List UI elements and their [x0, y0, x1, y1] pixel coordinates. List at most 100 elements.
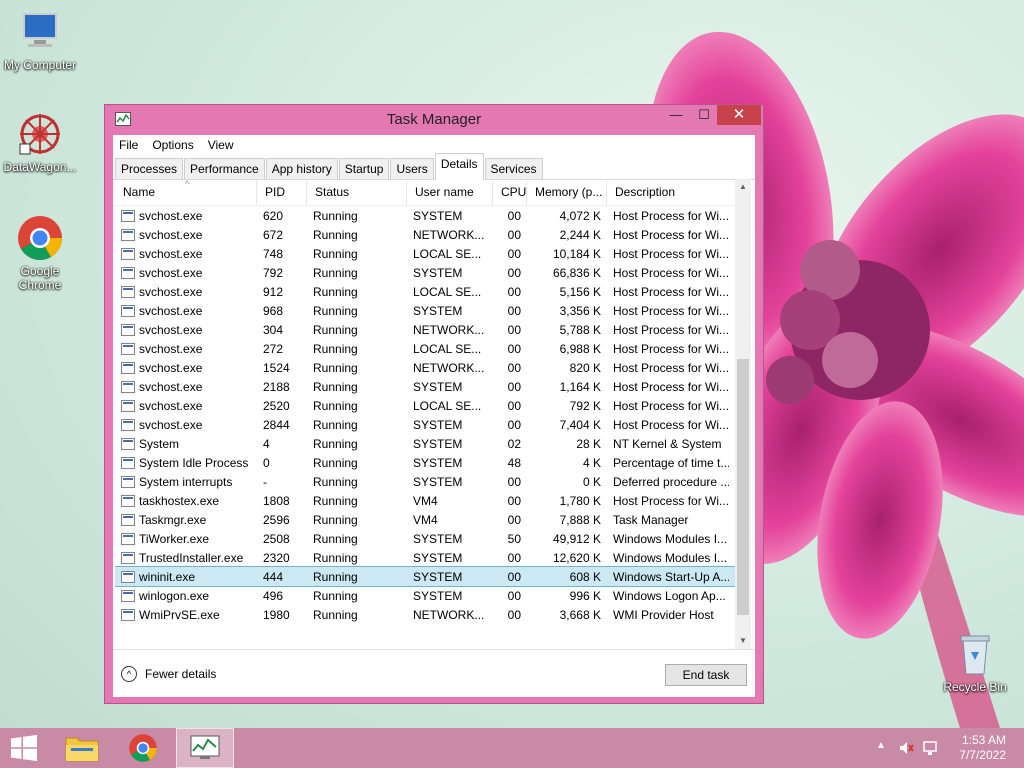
- table-row[interactable]: svchost.exe 2520 Running LOCAL SE... 00 792 K…: [115, 396, 751, 415]
- vertical-scrollbar[interactable]: ▲ ▼: [735, 179, 751, 649]
- tab-app-history[interactable]: App history: [265, 158, 338, 179]
- desktop-icon-google-chrome[interactable]: Google Chrome: [0, 214, 80, 292]
- cell-pid: 496: [263, 588, 284, 603]
- tab-performance[interactable]: Performance: [184, 158, 265, 179]
- cell-cpu: 00: [507, 512, 521, 527]
- clock-date: 7/7/2022: [959, 748, 1006, 762]
- table-row[interactable]: svchost.exe 672 Running NETWORK... 00 2,244 K…: [115, 225, 751, 244]
- cell-name: svchost.exe: [115, 304, 257, 318]
- start-button[interactable]: [0, 728, 48, 768]
- taskbar-chrome[interactable]: [116, 728, 170, 768]
- cell-memory: 2,244 K: [559, 227, 601, 242]
- taskbar-task-manager[interactable]: [176, 728, 234, 768]
- column-header-memory[interactable]: Memory (p...: [527, 179, 607, 205]
- tab-services[interactable]: Services: [484, 158, 543, 179]
- cell-cpu: 00: [507, 208, 521, 223]
- cell-status: Running: [313, 455, 358, 470]
- cell-cpu: 00: [507, 341, 521, 356]
- show-hidden-icons-icon[interactable]: ▲: [876, 740, 886, 751]
- table-row[interactable]: TrustedInstaller.exe 2320 Running SYSTEM 00 1…: [115, 548, 751, 567]
- process-icon: [121, 266, 135, 279]
- cell-memory: 7,888 K: [559, 512, 601, 527]
- process-icon: [121, 608, 135, 621]
- taskbar-file-explorer[interactable]: [56, 728, 108, 768]
- cell-pid: 1980: [263, 607, 290, 622]
- table-row[interactable]: svchost.exe 272 Running LOCAL SE... 00 6,988 …: [115, 339, 751, 358]
- column-header-pid[interactable]: PID: [257, 179, 307, 205]
- column-header-cpu[interactable]: CPU: [493, 179, 527, 205]
- scrollbar-thumb[interactable]: [737, 359, 749, 615]
- table-row[interactable]: taskhostex.exe 1808 Running VM4 00 1,780 K Hos…: [115, 491, 751, 510]
- cell-user-name: SYSTEM: [413, 569, 463, 584]
- close-button[interactable]: ✕: [717, 105, 761, 125]
- table-row[interactable]: svchost.exe 2188 Running SYSTEM 00 1,164 K Hos…: [115, 377, 751, 396]
- desktop-icon-label: Google Chrome: [18, 264, 62, 292]
- table-row[interactable]: System 4 Running SYSTEM 02 28 K NT Kernel & Sy…: [115, 434, 751, 453]
- cell-status: Running: [313, 569, 358, 584]
- cell-description: Host Process for Wi...: [613, 227, 729, 242]
- minimize-button[interactable]: —: [661, 105, 691, 125]
- tab-startup[interactable]: Startup: [338, 158, 390, 179]
- cell-memory: 7,404 K: [559, 417, 601, 432]
- maximize-button[interactable]: ☐: [691, 105, 717, 125]
- cell-pid: 304: [263, 322, 284, 337]
- network-icon[interactable]: [922, 740, 938, 756]
- column-header-user-name[interactable]: User name: [407, 179, 493, 205]
- process-icon: [121, 228, 135, 241]
- volume-muted-icon[interactable]: [898, 740, 914, 756]
- process-icon: [121, 589, 135, 602]
- tab-details[interactable]: Details: [434, 153, 484, 180]
- desktop-icon-recycle-bin[interactable]: Recycle Bin: [935, 630, 1015, 694]
- table-row[interactable]: svchost.exe 1524 Running NETWORK... 00 820 K H…: [115, 358, 751, 377]
- cell-memory: 49,912 K: [552, 531, 601, 546]
- clock-time: 1:53 AM: [961, 733, 1006, 747]
- scroll-down-arrow-icon[interactable]: ▼: [735, 633, 751, 649]
- cell-cpu: 00: [507, 303, 521, 318]
- table-row[interactable]: svchost.exe 912 Running LOCAL SE... 00 5,156 …: [115, 282, 751, 301]
- cell-user-name: VM4: [413, 512, 438, 527]
- desktop-icon-my-computer[interactable]: My Computer: [0, 8, 80, 72]
- menu-file[interactable]: File: [119, 138, 138, 152]
- table-row[interactable]: svchost.exe 968 Running SYSTEM 00 3,356 K Host…: [115, 301, 751, 320]
- cell-user-name: NETWORK...: [413, 360, 485, 375]
- process-name: taskhostex.exe: [139, 493, 220, 508]
- table-row[interactable]: svchost.exe 792 Running SYSTEM 00 66,836 K Hos…: [115, 263, 751, 282]
- taskbar: ▲ 1:53 AM 7/7/2022: [0, 728, 1024, 768]
- process-name: System: [139, 436, 180, 451]
- menu-view[interactable]: View: [208, 138, 234, 152]
- cell-cpu: 48: [507, 455, 521, 470]
- cell-status: Running: [313, 379, 358, 394]
- cell-status: Running: [313, 227, 358, 242]
- cell-memory: 5,156 K: [559, 284, 601, 299]
- process-name: svchost.exe: [139, 360, 203, 375]
- system-clock[interactable]: 1:53 AM 7/7/2022: [959, 733, 1006, 763]
- desktop-icon-datawagon[interactable]: DataWagon...: [0, 110, 80, 174]
- task-manager-window: Task Manager — ☐ ✕ File Options View Pro…: [104, 104, 764, 704]
- process-name: Taskmgr.exe: [139, 512, 207, 527]
- column-header-description[interactable]: Description: [607, 179, 729, 205]
- table-row[interactable]: System interrupts - Running SYSTEM 00 0 K Defe…: [115, 472, 751, 491]
- end-task-button[interactable]: End task: [665, 664, 747, 686]
- table-row[interactable]: svchost.exe 2844 Running SYSTEM 00 7,404 K Hos…: [115, 415, 751, 434]
- table-row[interactable]: winlogon.exe 496 Running SYSTEM 00 996 K Windo…: [115, 586, 751, 605]
- tab-processes[interactable]: Processes: [115, 158, 184, 179]
- column-header-status[interactable]: Status: [307, 179, 407, 205]
- cell-cpu: 00: [507, 417, 521, 432]
- table-row[interactable]: TiWorker.exe 2508 Running SYSTEM 50 49,912 K W…: [115, 529, 751, 548]
- table-row[interactable]: svchost.exe 620 Running SYSTEM 00 4,072 K Host…: [115, 206, 751, 225]
- table-row[interactable]: wininit.exe 444 Running SYSTEM 00 608 K Window…: [115, 566, 751, 587]
- table-row[interactable]: svchost.exe 748 Running LOCAL SE... 00 10,184…: [115, 244, 751, 263]
- table-row[interactable]: System Idle Process 0 Running SYSTEM 48 4 K Pe…: [115, 453, 751, 472]
- title-bar[interactable]: Task Manager — ☐ ✕: [105, 105, 763, 133]
- scroll-up-arrow-icon[interactable]: ▲: [735, 179, 751, 195]
- table-row[interactable]: Taskmgr.exe 2596 Running VM4 00 7,888 K Task M…: [115, 510, 751, 529]
- cell-name: svchost.exe: [115, 323, 257, 337]
- cell-description: Windows Modules I...: [613, 531, 728, 546]
- table-row[interactable]: WmiPrvSE.exe 1980 Running NETWORK... 00 3,668…: [115, 605, 751, 624]
- menu-options[interactable]: Options: [152, 138, 193, 152]
- tab-users[interactable]: Users: [390, 158, 434, 179]
- task-manager-icon: [190, 735, 220, 759]
- fewer-details-button[interactable]: ^ Fewer details: [121, 666, 216, 682]
- table-row[interactable]: svchost.exe 304 Running NETWORK... 00 5,788 K…: [115, 320, 751, 339]
- cell-user-name: SYSTEM: [413, 474, 463, 489]
